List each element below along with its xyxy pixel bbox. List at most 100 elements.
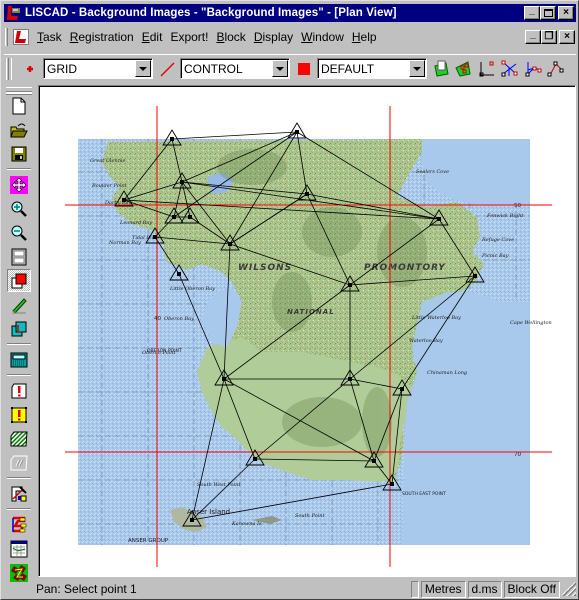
point-style-icon[interactable]	[20, 59, 40, 79]
open-folder-icon[interactable]	[7, 118, 31, 141]
control-station-point[interactable]	[253, 457, 257, 461]
units-panel[interactable]: Metres	[420, 580, 466, 598]
line-layer-select[interactable]: CONTROL	[180, 58, 290, 79]
status-message: Pan: Select point 1	[36, 582, 137, 596]
menu-block[interactable]: Block	[212, 30, 249, 44]
control-station-point[interactable]	[122, 198, 126, 202]
menu-registration[interactable]: Registration	[66, 30, 138, 44]
rectangle-points-icon[interactable]	[477, 59, 497, 79]
pan-icon[interactable]	[7, 173, 31, 196]
minimize-icon: _	[530, 29, 536, 40]
control-station-point[interactable]	[348, 283, 352, 287]
label-fenwick-bight: Fenwick Bight	[486, 213, 524, 219]
copy-move-icon[interactable]	[7, 317, 31, 340]
image-registration-icon[interactable]	[453, 59, 473, 79]
title-bar[interactable]: LISCAD - Background Images - "Background…	[4, 4, 576, 22]
warning-white-icon[interactable]	[7, 379, 31, 402]
close-icon: ×	[564, 31, 570, 42]
warning-yellow-icon[interactable]	[7, 403, 31, 426]
label-south-west-point: South West Point	[197, 482, 241, 488]
report-table-icon[interactable]	[7, 537, 31, 560]
control-station-point[interactable]	[180, 180, 184, 184]
calculator-icon[interactable]	[7, 348, 31, 371]
block-status-panel[interactable]: Block Off	[503, 580, 560, 598]
control-station-point[interactable]	[372, 459, 376, 463]
minimize-icon: _	[529, 5, 535, 16]
plan-view-canvas[interactable]: WILSONS PROMONTORY NATIONAL Sealers Cove…	[38, 85, 576, 577]
pencil-edit-icon[interactable]	[7, 293, 31, 316]
control-station-point[interactable]	[305, 192, 309, 196]
traverse-line-icon[interactable]	[546, 59, 566, 79]
new-file-icon[interactable]	[7, 94, 31, 117]
resize-grip[interactable]	[562, 582, 576, 596]
status-panel-blank	[410, 580, 419, 598]
save-disk-icon[interactable]	[7, 142, 31, 165]
menu-edit[interactable]: Edit	[138, 30, 167, 44]
map-waterloo-bay	[402, 292, 530, 545]
label-anser-group: ANSER GROUP	[128, 538, 169, 544]
zoom-in-icon[interactable]	[7, 197, 31, 220]
liscad-window: LISCAD - Background Images - "Background…	[0, 0, 579, 600]
chevron-down-icon[interactable]	[272, 60, 288, 77]
angle-format-panel[interactable]: d.ms	[467, 580, 502, 598]
control-station-point[interactable]	[228, 242, 232, 246]
zoom-window-icon[interactable]	[7, 245, 31, 268]
measure-tool-icon[interactable]	[7, 482, 31, 505]
toolbar-grip[interactable]	[6, 57, 12, 80]
zoom-out-icon[interactable]	[7, 221, 31, 244]
color-layer-select[interactable]: DEFAULT	[317, 58, 427, 79]
control-station-point[interactable]	[222, 377, 226, 381]
menu-window[interactable]: Window	[297, 30, 348, 44]
coordinate-list-icon[interactable]	[7, 513, 31, 536]
doc-restore-button[interactable]: ❐	[541, 30, 557, 44]
label-waterloo-bay: Waterloo Bay	[409, 338, 443, 344]
control-station-point[interactable]	[295, 130, 299, 134]
label-little-oberon-bay: Little Oberon Bay	[169, 286, 215, 292]
maximize-button[interactable]	[540, 6, 556, 20]
label-sealers-cove: Sealers Cove	[416, 169, 449, 175]
menu-display[interactable]: Display	[250, 30, 297, 44]
window-title: LISCAD - Background Images - "Background…	[25, 7, 397, 19]
minimize-button[interactable]: _	[524, 6, 540, 20]
point-layer-select[interactable]: GRID	[43, 58, 153, 79]
layer-color-icon[interactable]	[7, 269, 31, 292]
control-station-point[interactable]	[190, 518, 194, 522]
resection-icon[interactable]	[523, 59, 543, 79]
background-image-icon[interactable]	[431, 59, 451, 79]
status-bar: Pan: Select point 1 Metres d.ms Block Of…	[4, 579, 576, 599]
grid-label-50: 50	[514, 203, 521, 209]
chevron-down-icon[interactable]	[409, 60, 425, 77]
control-station-point[interactable]	[170, 137, 174, 141]
menu-help[interactable]: Help	[348, 30, 381, 44]
menu-export[interactable]: Export!	[166, 30, 212, 44]
menubar-grip[interactable]	[5, 28, 8, 46]
control-station-point[interactable]	[473, 274, 477, 278]
control-station-point[interactable]	[153, 235, 157, 239]
menu-task[interactable]: Task	[33, 30, 66, 44]
control-station-point[interactable]	[188, 215, 192, 219]
label-great-glennie: Great Glennie	[90, 158, 126, 164]
doc-close-button[interactable]: ×	[559, 30, 575, 44]
control-station-point[interactable]	[172, 215, 176, 219]
doc-minimize-button[interactable]: _	[525, 30, 541, 44]
toolbar-separator	[7, 168, 31, 170]
disabled-tool-icon[interactable]	[7, 451, 31, 474]
hatch-area-icon[interactable]	[7, 427, 31, 450]
control-station-point[interactable]	[400, 387, 404, 391]
chevron-down-icon[interactable]	[135, 60, 151, 77]
label-oberon-bay: Oberon Bay	[164, 316, 194, 322]
plan-view-drawing[interactable]: WILSONS PROMONTORY NATIONAL Sealers Cove…	[39, 86, 576, 577]
control-station-point[interactable]	[390, 482, 394, 486]
close-button[interactable]: ×	[558, 6, 574, 20]
control-station-point[interactable]	[437, 217, 441, 221]
line-style-icon[interactable]	[157, 59, 177, 79]
liscad-app-icon[interactable]	[6, 5, 22, 21]
control-station-point[interactable]	[177, 272, 181, 276]
color-swatch-icon[interactable]	[294, 59, 314, 79]
left-toolbar	[4, 85, 34, 597]
left-toolbar-grip[interactable]	[6, 87, 32, 92]
control-station-point[interactable]	[348, 377, 352, 381]
intersection-icon[interactable]	[500, 59, 520, 79]
document-icon[interactable]	[13, 29, 29, 45]
close-icon: ×	[563, 7, 569, 18]
